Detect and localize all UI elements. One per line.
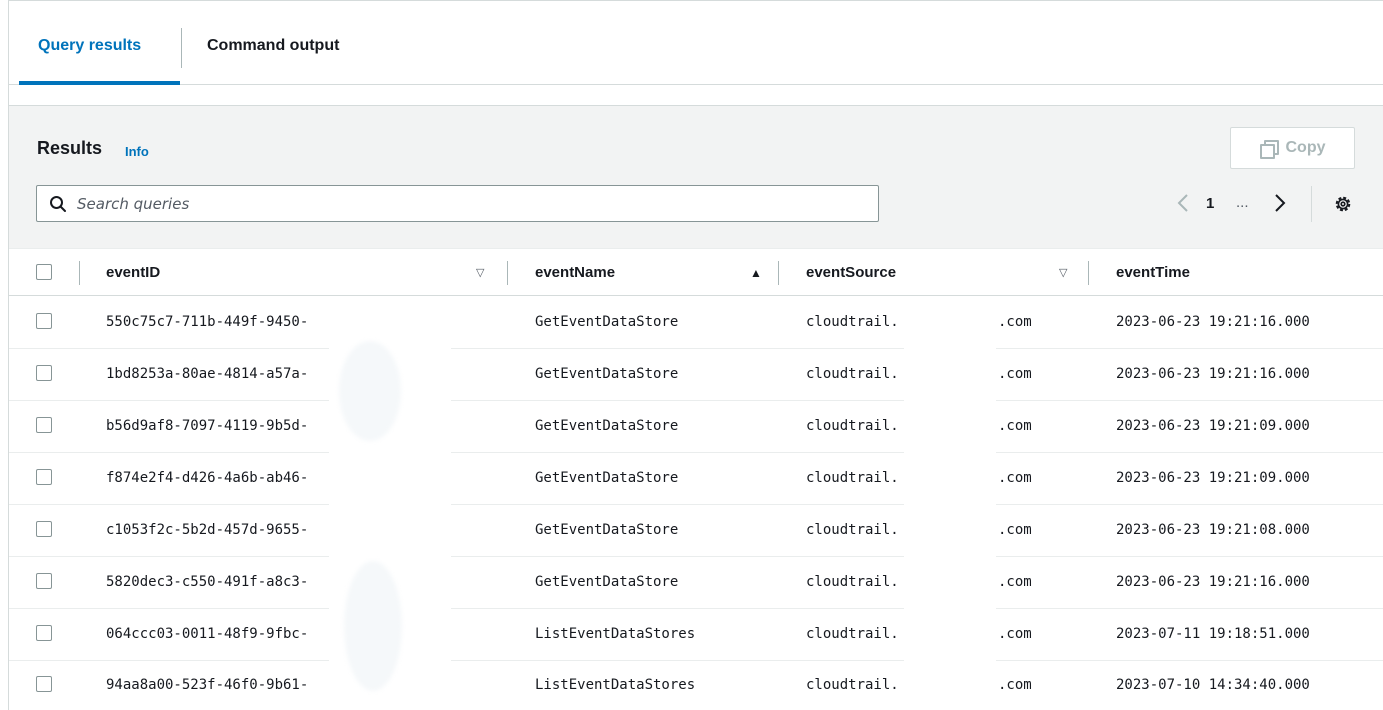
- search-box[interactable]: [36, 185, 879, 222]
- cell-eventtime: 2023-06-23 19:21:09.000: [1116, 418, 1310, 434]
- redaction-mask: [904, 301, 996, 710]
- copy-button[interactable]: Copy: [1230, 127, 1355, 169]
- column-header-eventname[interactable]: eventName: [535, 264, 615, 281]
- cell-eventsource-suffix: .com: [998, 677, 1032, 693]
- table-row[interactable]: c1053f2c-5b2d-457d-9655- GetEventDataStor…: [9, 505, 1383, 557]
- table-header: eventID ▽ eventName ▲ eventSource ▽ even…: [9, 248, 1383, 296]
- cell-eventsource-prefix: cloudtrail.: [806, 418, 899, 434]
- cell-eventname: GetEventDataStore: [535, 574, 679, 590]
- cell-eventname: ListEventDataStores: [535, 677, 696, 693]
- column-divider[interactable]: [507, 261, 508, 285]
- tab-bar: Query results Command output: [9, 1, 1383, 85]
- cell-eventsource-prefix: cloudtrail.: [806, 677, 899, 693]
- row-checkbox[interactable]: [36, 417, 52, 433]
- info-link[interactable]: Info: [125, 144, 149, 159]
- copy-icon: [1259, 140, 1279, 159]
- column-divider: [79, 261, 80, 285]
- tab-command-output[interactable]: Command output: [207, 37, 339, 55]
- row-checkbox[interactable]: [36, 573, 52, 589]
- cell-eventsource-suffix: .com: [998, 626, 1032, 642]
- column-header-eventsource[interactable]: eventSource: [806, 264, 896, 281]
- cell-eventtime: 2023-07-10 14:34:40.000: [1116, 677, 1310, 693]
- cell-eventid: 5820dec3-c550-491f-a8c3-: [106, 574, 309, 590]
- table-row[interactable]: 064ccc03-0011-48f9-9fbc- ListEventDataSto…: [9, 609, 1383, 661]
- column-divider[interactable]: [1088, 261, 1089, 285]
- column-divider[interactable]: [778, 261, 779, 285]
- cell-eventsource-suffix: .com: [998, 314, 1032, 330]
- chevron-left-icon[interactable]: [1176, 192, 1190, 214]
- row-checkbox[interactable]: [36, 469, 52, 485]
- cell-eventtime: 2023-06-23 19:21:09.000: [1116, 470, 1310, 486]
- cell-eventtime: 2023-06-23 19:21:16.000: [1116, 314, 1310, 330]
- cell-eventname: GetEventDataStore: [535, 366, 679, 382]
- copy-button-label: Copy: [1285, 139, 1326, 156]
- active-tab-indicator: [19, 81, 180, 85]
- cell-eventname: GetEventDataStore: [535, 314, 679, 330]
- cell-eventid: b56d9af8-7097-4119-9b5d-: [106, 418, 309, 434]
- tab-divider: [181, 28, 182, 68]
- redaction-blur: [339, 341, 401, 441]
- current-page[interactable]: 1: [1206, 195, 1214, 212]
- cell-eventid: f874e2f4-d426-4a6b-ab46-: [106, 470, 309, 486]
- cell-eventid: 1bd8253a-80ae-4814-a57a-: [106, 366, 309, 382]
- row-checkbox[interactable]: [36, 521, 52, 537]
- column-header-eventtime[interactable]: eventTime: [1116, 264, 1190, 281]
- cell-eventtime: 2023-06-23 19:21:16.000: [1116, 366, 1310, 382]
- row-checkbox[interactable]: [36, 313, 52, 329]
- row-checkbox[interactable]: [36, 365, 52, 381]
- cell-eventname: GetEventDataStore: [535, 470, 679, 486]
- cell-eventid: 064ccc03-0011-48f9-9fbc-: [106, 626, 309, 642]
- cell-eventsource-suffix: .com: [998, 522, 1032, 538]
- cell-eventsource-prefix: cloudtrail.: [806, 522, 899, 538]
- cell-eventid: 94aa8a00-523f-46f0-9b61-: [106, 677, 309, 693]
- row-checkbox[interactable]: [36, 676, 52, 692]
- table-row[interactable]: 94aa8a00-523f-46f0-9b61- ListEventDataSto…: [9, 660, 1383, 710]
- cell-eventsource-suffix: .com: [998, 470, 1032, 486]
- cell-eventsource-suffix: .com: [998, 366, 1032, 382]
- cell-eventid: c1053f2c-5b2d-457d-9655-: [106, 522, 309, 538]
- cell-eventname: ListEventDataStores: [535, 626, 696, 642]
- results-container: Query results Command output Results Inf…: [8, 0, 1383, 710]
- table-row[interactable]: b56d9af8-7097-4119-9b5d- GetEventDataStor…: [9, 401, 1383, 453]
- table-row[interactable]: 5820dec3-c550-491f-a8c3- GetEventDataStor…: [9, 557, 1383, 609]
- cell-eventsource-suffix: .com: [998, 574, 1032, 590]
- table-row[interactable]: 550c75c7-711b-449f-9450- GetEventDataStor…: [9, 297, 1383, 349]
- cell-eventname: GetEventDataStore: [535, 418, 679, 434]
- pagination-ellipsis: ...: [1236, 194, 1249, 211]
- sort-icon[interactable]: ▽: [1059, 266, 1067, 279]
- search-icon: [50, 196, 66, 212]
- row-checkbox[interactable]: [36, 625, 52, 641]
- cell-eventtime: 2023-06-23 19:21:08.000: [1116, 522, 1310, 538]
- sort-icon[interactable]: ▽: [476, 266, 484, 279]
- cell-eventsource-prefix: cloudtrail.: [806, 574, 899, 590]
- select-all-checkbox[interactable]: [36, 264, 52, 280]
- table-row[interactable]: 1bd8253a-80ae-4814-a57a- GetEventDataStor…: [9, 349, 1383, 401]
- cell-eventsource-suffix: .com: [998, 418, 1032, 434]
- chevron-right-icon[interactable]: [1273, 192, 1287, 214]
- table-row[interactable]: f874e2f4-d426-4a6b-ab46- GetEventDataStor…: [9, 453, 1383, 505]
- tab-query-results[interactable]: Query results: [38, 37, 141, 55]
- cell-eventname: GetEventDataStore: [535, 522, 679, 538]
- cell-eventtime: 2023-06-23 19:21:16.000: [1116, 574, 1310, 590]
- search-input[interactable]: [77, 186, 867, 221]
- cell-eventid: 550c75c7-711b-449f-9450-: [106, 314, 309, 330]
- pager-divider: [1311, 186, 1312, 222]
- cell-eventsource-prefix: cloudtrail.: [806, 366, 899, 382]
- column-header-eventid[interactable]: eventID: [106, 264, 160, 281]
- cell-eventsource-prefix: cloudtrail.: [806, 314, 899, 330]
- gear-icon[interactable]: [1334, 195, 1352, 213]
- cell-eventsource-prefix: cloudtrail.: [806, 470, 899, 486]
- cell-eventtime: 2023-07-11 19:18:51.000: [1116, 626, 1310, 642]
- results-heading: Results: [37, 138, 103, 158]
- sort-ascending-icon[interactable]: ▲: [750, 266, 762, 280]
- cell-eventsource-prefix: cloudtrail.: [806, 626, 899, 642]
- redaction-blur: [344, 561, 402, 691]
